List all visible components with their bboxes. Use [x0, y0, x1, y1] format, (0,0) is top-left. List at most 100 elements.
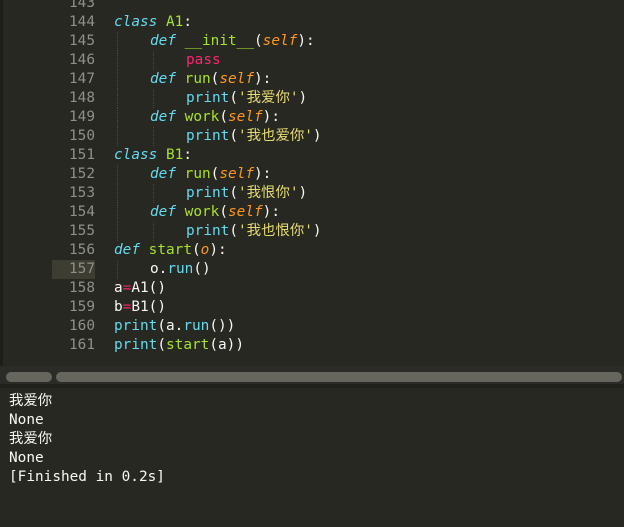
- code-line[interactable]: 156 def start(o):: [0, 241, 624, 260]
- code-token: run: [184, 71, 211, 87]
- indent-guide: [117, 222, 118, 241]
- line-number-text: 143: [69, 0, 95, 11]
- line-number-text: 159: [69, 299, 95, 315]
- code-line[interactable]: 152 def run(self):: [0, 165, 624, 184]
- code-token: print: [114, 318, 158, 334]
- code-token: ):: [209, 242, 227, 258]
- line-number-text: 147: [69, 71, 95, 87]
- line-number-text: 152: [69, 166, 95, 182]
- code-token: print: [186, 223, 230, 239]
- code-line[interactable]: 153 print('我恨你'): [0, 184, 624, 203]
- code-token: run: [184, 166, 211, 182]
- code-text: print('我爱你'): [186, 89, 307, 108]
- output-line: [Finished in 0.2s]: [9, 469, 165, 485]
- code-line[interactable]: 146 pass: [0, 51, 624, 70]
- code-token: ):: [254, 166, 272, 182]
- code-token: work: [184, 109, 220, 125]
- code-text: b=B1(): [114, 298, 166, 317]
- code-line[interactable]: 159 b=B1(): [0, 298, 624, 317]
- line-number: 151: [52, 146, 95, 165]
- indent-guide: [153, 127, 154, 146]
- scrollbar-thumb[interactable]: [56, 372, 622, 382]
- line-number: 154: [52, 203, 95, 222]
- code-token: B1: [166, 147, 184, 163]
- code-line[interactable]: 150 print('我也爱你'): [0, 127, 624, 146]
- code-token: (a)): [209, 337, 244, 353]
- scrollbar-left-button[interactable]: [6, 372, 52, 382]
- code-token: self: [262, 33, 298, 49]
- code-token: print: [186, 128, 230, 144]
- horizontal-scrollbar[interactable]: [0, 366, 624, 384]
- code-line[interactable]: 155 print('我也恨你'): [0, 222, 624, 241]
- output-line: None: [9, 412, 44, 428]
- indent-guide: [117, 108, 118, 127]
- code-text: print(a.run()): [114, 317, 235, 336]
- code-line[interactable]: 145 def __init__(self):: [0, 32, 624, 51]
- line-number: 153: [52, 184, 95, 203]
- line-number-text: 155: [69, 223, 95, 239]
- code-line[interactable]: 154 def work(self):: [0, 203, 624, 222]
- code-line[interactable]: 149 def work(self):: [0, 108, 624, 127]
- code-token: (: [229, 90, 238, 106]
- code-token: def: [150, 166, 176, 182]
- code-token: self: [219, 71, 254, 87]
- code-text: def work(self):: [150, 203, 280, 222]
- code-line[interactable]: 147 def run(self):: [0, 70, 624, 89]
- code-line[interactable]: 148 print('我爱你'): [0, 89, 624, 108]
- code-token: '我爱你': [238, 90, 299, 106]
- code-token: run: [183, 318, 210, 334]
- code-token: ): [312, 223, 322, 239]
- line-number-text: 157: [69, 261, 95, 277]
- code-token: ): [298, 90, 308, 106]
- code-line[interactable]: 158 a=A1(): [0, 279, 624, 298]
- code-token: print: [114, 337, 158, 353]
- line-number-text: 161: [69, 337, 95, 353]
- code-token: '我恨你': [238, 185, 299, 201]
- code-text: print(start(a)): [114, 336, 244, 355]
- indent-guide: [117, 70, 118, 89]
- code-token: start: [166, 337, 210, 353]
- indent-guide: [153, 184, 154, 203]
- line-number: 155: [52, 222, 95, 241]
- code-line[interactable]: 151 class B1:: [0, 146, 624, 165]
- code-token: def: [150, 109, 176, 125]
- code-line[interactable]: 143: [0, 0, 624, 13]
- line-number-text: 146: [69, 52, 95, 68]
- code-text: def run(self):: [150, 165, 271, 184]
- code-token: '我也爱你': [238, 128, 313, 144]
- line-number: 156: [52, 241, 95, 260]
- code-token: b: [114, 299, 123, 315]
- line-number: 149: [52, 108, 95, 127]
- code-token: start: [148, 242, 192, 258]
- code-token: B1(): [131, 299, 166, 315]
- code-text: class B1:: [114, 146, 192, 165]
- line-number: 159: [52, 298, 95, 317]
- line-number-text: 153: [69, 185, 95, 201]
- line-number: 157: [52, 260, 95, 279]
- code-text: print('我也爱你'): [186, 127, 322, 146]
- line-number: 152: [52, 165, 95, 184]
- indent-guide: [117, 127, 118, 146]
- build-output-panel[interactable]: 我爱你 None 我爱你 None [Finished in 0.2s]: [0, 388, 624, 527]
- code-line[interactable]: 157 o.run(): [0, 260, 624, 279]
- indent-guide: [117, 203, 118, 222]
- code-text: def __init__(self):: [150, 32, 315, 51]
- code-token: a: [114, 280, 123, 296]
- code-token: self: [228, 204, 263, 220]
- line-number-text: 156: [69, 242, 95, 258]
- code-token: :: [183, 147, 192, 163]
- line-number-text: 154: [69, 204, 95, 220]
- code-token: (: [219, 204, 228, 220]
- code-line[interactable]: 144 class A1:: [0, 13, 624, 32]
- code-token: A1: [166, 14, 184, 30]
- line-number: 143: [52, 0, 95, 13]
- code-text: def start(o):: [114, 241, 227, 260]
- code-editor[interactable]: 143 144 class A1: 145 def __init__(self): 146…: [0, 0, 624, 366]
- code-line[interactable]: 161 print(start(a)): [0, 336, 624, 355]
- code-line[interactable]: 160 print(a.run()): [0, 317, 624, 336]
- indent-guide: [117, 51, 118, 70]
